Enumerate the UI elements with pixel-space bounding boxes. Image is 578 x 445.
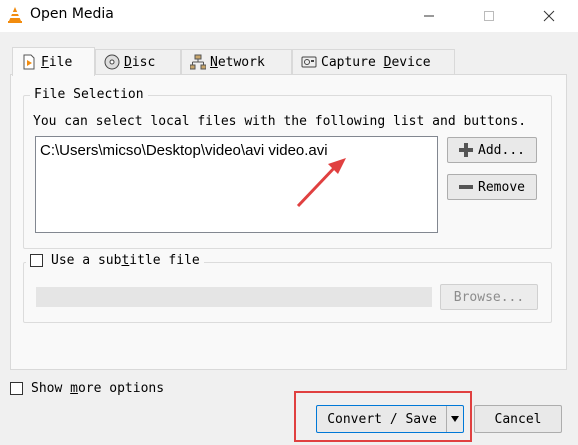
minimize-button[interactable] [406,0,452,32]
disc-icon [104,54,120,70]
tab-capture-device[interactable]: Capture Device [292,49,455,74]
tab-network-label: Network [210,54,265,70]
file-selection-legend: File Selection [30,87,148,102]
file-tab-panel: File Selection You can select local file… [10,74,567,370]
capture-device-icon [301,56,317,68]
browse-button-label: Browse... [453,289,525,305]
tab-file[interactable]: File [12,47,95,76]
close-button[interactable] [526,0,572,32]
tab-disc[interactable]: Disc [95,49,181,74]
file-list[interactable]: C:\Users\micso\Desktop\video\avi video.a… [35,136,438,233]
file-selection-description: You can select local files with the foll… [33,114,527,129]
subtitle-checkbox[interactable] [30,254,43,267]
remove-button[interactable]: Remove [447,174,537,200]
file-play-icon [23,54,35,70]
vlc-cone-icon [8,7,22,23]
title-bar: Open Media [0,0,578,32]
list-item[interactable]: C:\Users\micso\Desktop\video\avi video.a… [40,142,328,159]
tab-network[interactable]: Network [181,49,292,74]
subtitle-label: Use a subtitle file [51,253,200,268]
plus-icon [459,143,474,157]
tab-capture-device-label: Capture Device [321,54,431,70]
annotation-arrow-icon [296,158,346,208]
network-icon [190,54,206,70]
minimize-icon [424,15,434,17]
browse-button: Browse... [440,284,538,310]
show-more-options-toggle[interactable]: Show more options [10,381,164,396]
show-more-options-checkbox[interactable] [10,382,23,395]
open-media-dialog: Open Media File Disc Network Capture Dev… [0,0,578,445]
subtitle-group: Use a subtitle file Browse... [23,253,552,323]
add-button[interactable]: Add... [447,137,537,163]
cancel-button[interactable]: Cancel [474,405,562,433]
tab-file-label: File [41,54,73,70]
annotation-highlight-box [294,391,472,442]
subtitle-toggle[interactable]: Use a subtitle file [26,253,204,268]
minus-icon [459,185,474,189]
close-icon [543,10,555,22]
maximize-button[interactable] [466,0,512,32]
subtitle-path-input [36,287,432,307]
tab-disc-label: Disc [124,54,156,70]
show-more-options-label: Show more options [31,381,165,396]
window-title: Open Media [30,6,114,22]
maximize-icon [484,11,494,21]
cancel-button-label: Cancel [494,411,542,427]
remove-button-label: Remove [478,179,525,195]
add-button-label: Add... [478,142,525,158]
